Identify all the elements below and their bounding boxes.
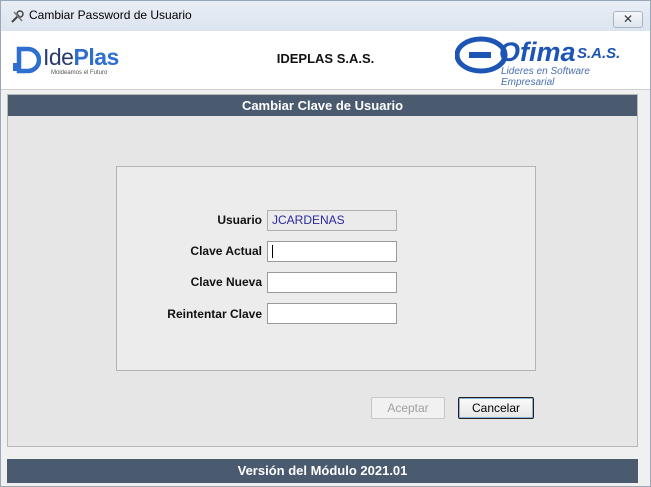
window-title: Cambiar Password de Usuario [29,8,192,22]
header-banner: IdePlas Moldeamos el Futuro IDEPLAS S.A.… [1,31,650,90]
ofima-logo-word: Ofima [499,37,576,67]
reintentar-clave-field[interactable] [267,303,397,324]
clave-actual-label: Clave Actual [190,244,262,258]
aceptar-button[interactable]: Aceptar [371,397,445,419]
clave-nueva-field[interactable] [267,272,397,293]
reintentar-clave-label: Reintentar Clave [167,307,262,321]
credentials-panel: Usuario JCARDENAS Clave Actual Clave Nue… [116,166,536,371]
version-footer: Versión del Módulo 2021.01 [7,459,638,483]
tools-icon [11,10,24,23]
usuario-field: JCARDENAS [267,210,397,231]
close-button[interactable]: ✕ [613,11,643,28]
change-password-window: Cambiar Password de Usuario ✕ IdePlas Mo… [0,0,651,487]
usuario-label: Usuario [217,213,262,227]
ideplas-tagline: Moldeamos el Futuro [51,70,108,76]
ofima-tagline: Lideres en Software Empresarial [501,66,590,88]
ofima-logo: Ofima S.A.S. Lideres en Software Empresa… [455,31,641,88]
form-heading: Cambiar Clave de Usuario [8,95,637,116]
title-bar[interactable]: Cambiar Password de Usuario ✕ [1,1,650,31]
form-frame: Cambiar Clave de Usuario Usuario JCARDEN… [7,94,638,447]
text-cursor [272,245,273,258]
ofima-logo-sas: S.A.S. [577,45,621,62]
clave-nueva-label: Clave Nueva [190,275,262,289]
cancelar-button[interactable]: Cancelar [458,397,534,419]
close-icon: ✕ [622,12,634,26]
clave-actual-field[interactable] [267,241,397,262]
